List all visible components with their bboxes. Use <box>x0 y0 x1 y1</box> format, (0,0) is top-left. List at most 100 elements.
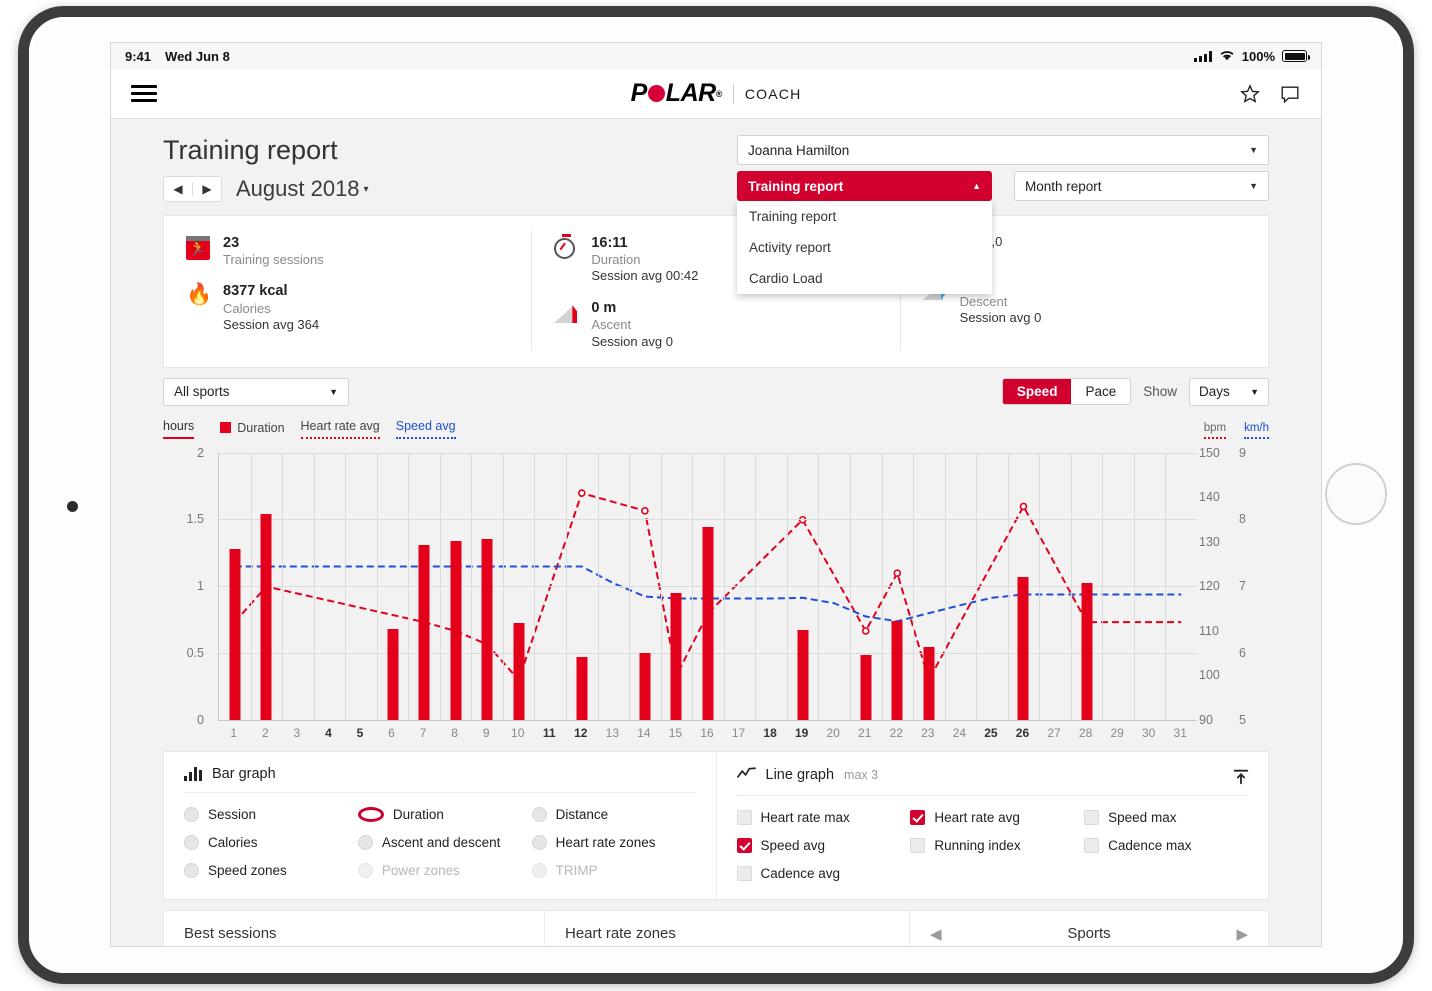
chart-bar[interactable] <box>481 539 493 720</box>
bar-chart-icon <box>184 766 202 782</box>
messages-icon[interactable] <box>1279 83 1301 105</box>
duration-value: 16:11 <box>591 235 628 251</box>
stopwatch-icon <box>554 234 580 262</box>
bar-option-label: Calories <box>208 834 258 850</box>
chart-bar[interactable] <box>229 548 241 720</box>
chart-bar[interactable] <box>450 540 462 720</box>
chart-bar[interactable] <box>702 527 714 720</box>
chart-point-marker[interactable] <box>1019 502 1028 510</box>
x-tick-day: 12 <box>574 725 588 740</box>
sports-section: ◀ Sports ▶ SessionDurationDistance <box>909 910 1268 946</box>
dropdown-option-activity-report[interactable]: Activity report <box>737 232 992 263</box>
x-tick-day: 14 <box>637 725 651 740</box>
summary-item-calories: 🔥 8377 kcal Calories Session avg 364 <box>186 278 509 333</box>
line-option-label: Cadence avg <box>760 865 841 881</box>
duration-avg: Session avg 00:42 <box>591 268 699 284</box>
x-tick-day: 28 <box>1078 725 1093 740</box>
report-type-value: Training report <box>748 178 844 194</box>
bar-option-distance[interactable]: Distance <box>531 806 696 822</box>
radio-icon <box>531 834 547 850</box>
wifi-icon <box>1219 49 1235 64</box>
bar-option-ascent-and-descent[interactable]: Ascent and descent <box>357 834 522 850</box>
checkbox-icon <box>1084 837 1100 853</box>
show-granularity-select[interactable]: Days ▼ <box>1189 377 1269 406</box>
chart-bar[interactable] <box>387 628 399 720</box>
chart-point-marker[interactable] <box>861 626 870 635</box>
chart-point-marker[interactable] <box>893 568 902 577</box>
speed-toggle-option[interactable]: Speed <box>1002 379 1072 405</box>
bar-option-duration[interactable]: Duration <box>357 806 522 822</box>
bar-option-label: Distance <box>555 806 609 822</box>
chevron-down-icon: ▾ <box>363 183 369 195</box>
chart-bar[interactable] <box>797 630 809 720</box>
chart-point-marker[interactable] <box>641 506 649 515</box>
chart-bar[interactable] <box>860 655 872 720</box>
dropdown-option-training-report[interactable]: Training report <box>737 201 992 232</box>
report-type-select[interactable]: Training report ▲ <box>737 171 992 201</box>
x-tick-day: 10 <box>511 725 525 740</box>
polar-logo: P LAR ® <box>631 79 723 108</box>
chart-bar[interactable] <box>1017 576 1029 720</box>
bar-option-calories[interactable]: Calories <box>184 834 348 850</box>
chart-bar[interactable] <box>418 544 430 720</box>
x-tick-day: 6 <box>388 725 395 740</box>
dropdown-option-cardio-load[interactable]: Cardio Load <box>737 263 992 294</box>
line-option-speed-avg[interactable]: Speed avg <box>736 837 901 853</box>
prev-month-button[interactable]: ◀ <box>164 182 192 196</box>
y-tick-bpm: 90 <box>1199 712 1213 727</box>
checkbox-icon <box>1084 809 1100 825</box>
radio-icon <box>184 806 199 822</box>
chart-bar[interactable] <box>639 652 651 720</box>
chart-bar[interactable] <box>260 513 272 720</box>
battery-percent: 100% <box>1241 48 1275 64</box>
next-month-button[interactable]: ▶ <box>193 182 221 196</box>
x-tick-day: 29 <box>1110 725 1124 740</box>
chart-bar[interactable] <box>513 623 525 720</box>
line-option-speed-max[interactable]: Speed max <box>1084 809 1248 825</box>
calories-value: 8377 kcal <box>223 283 288 300</box>
line-option-cadence-max[interactable]: Cadence max <box>1084 837 1248 853</box>
line-option-heart-rate-max[interactable]: Heart rate max <box>736 809 901 825</box>
line-option-cadence-avg[interactable]: Cadence avg <box>736 865 901 881</box>
app-header: P LAR ® COACH <box>111 69 1321 119</box>
collapse-panel-icon[interactable] <box>1232 768 1250 791</box>
chart-bar[interactable] <box>891 620 903 720</box>
home-button[interactable] <box>1325 463 1387 525</box>
line-option-heart-rate-avg[interactable]: Heart rate avg <box>910 809 1074 825</box>
legend-heart-rate-avg[interactable]: Heart rate avg <box>300 419 380 439</box>
line-option-running-index[interactable]: Running index <box>910 837 1074 853</box>
sports-prev-button[interactable]: ◀ <box>930 925 942 943</box>
chevron-down-icon: ▼ <box>1250 386 1259 397</box>
chart-bar[interactable] <box>670 592 682 720</box>
grid-hline <box>219 519 1197 521</box>
favorite-star-icon[interactable] <box>1239 83 1261 105</box>
bar-option-session[interactable]: Session <box>184 806 348 822</box>
flame-icon: 🔥 <box>186 283 213 307</box>
x-tick-day: 3 <box>293 725 301 740</box>
chart-point-marker[interactable] <box>578 488 586 497</box>
polar-logo-reg: ® <box>715 88 723 99</box>
athlete-select[interactable]: Joanna Hamilton ▼ <box>737 135 1269 165</box>
legend-duration[interactable]: Duration <box>220 421 285 439</box>
legend-speed-avg[interactable]: Speed avg <box>395 419 456 439</box>
bar-option-heart-rate-zones[interactable]: Heart rate zones <box>531 834 696 850</box>
status-bar: 9:41 Wed Jun 8 100% <box>111 43 1321 69</box>
chart-bar[interactable] <box>1081 583 1093 720</box>
bar-graph-options: Bar graph Session Duration Distance Calorie… <box>164 752 716 899</box>
period-select[interactable]: Month report ▼ <box>1014 171 1269 201</box>
sports-next-button[interactable]: ▶ <box>1236 925 1248 943</box>
chart-bar[interactable] <box>923 647 935 720</box>
bar-option-power-zones: Power zones <box>357 862 522 878</box>
plot-canvas[interactable] <box>218 452 1197 721</box>
polar-logo-o-icon <box>647 85 665 102</box>
bar-option-speed-zones[interactable]: Speed zones <box>184 862 348 878</box>
chart-plot-area[interactable]: 0 0.5 1 1.5 2 90 100 110 120 130 140 150 56789 123… <box>163 445 1269 745</box>
best-sessions-section: Best sessions ♥ 177 bpm Top heart rate a… <box>164 911 544 946</box>
month-label[interactable]: August 2018 ▾ <box>236 176 369 202</box>
sport-filter-select[interactable]: All sports ▼ <box>163 377 349 406</box>
x-tick-day: 18 <box>763 725 777 740</box>
pace-toggle-option[interactable]: Pace <box>1071 379 1130 404</box>
x-tick-day: 22 <box>889 725 903 740</box>
chart-bar[interactable] <box>576 656 588 720</box>
menu-icon[interactable] <box>131 81 157 106</box>
